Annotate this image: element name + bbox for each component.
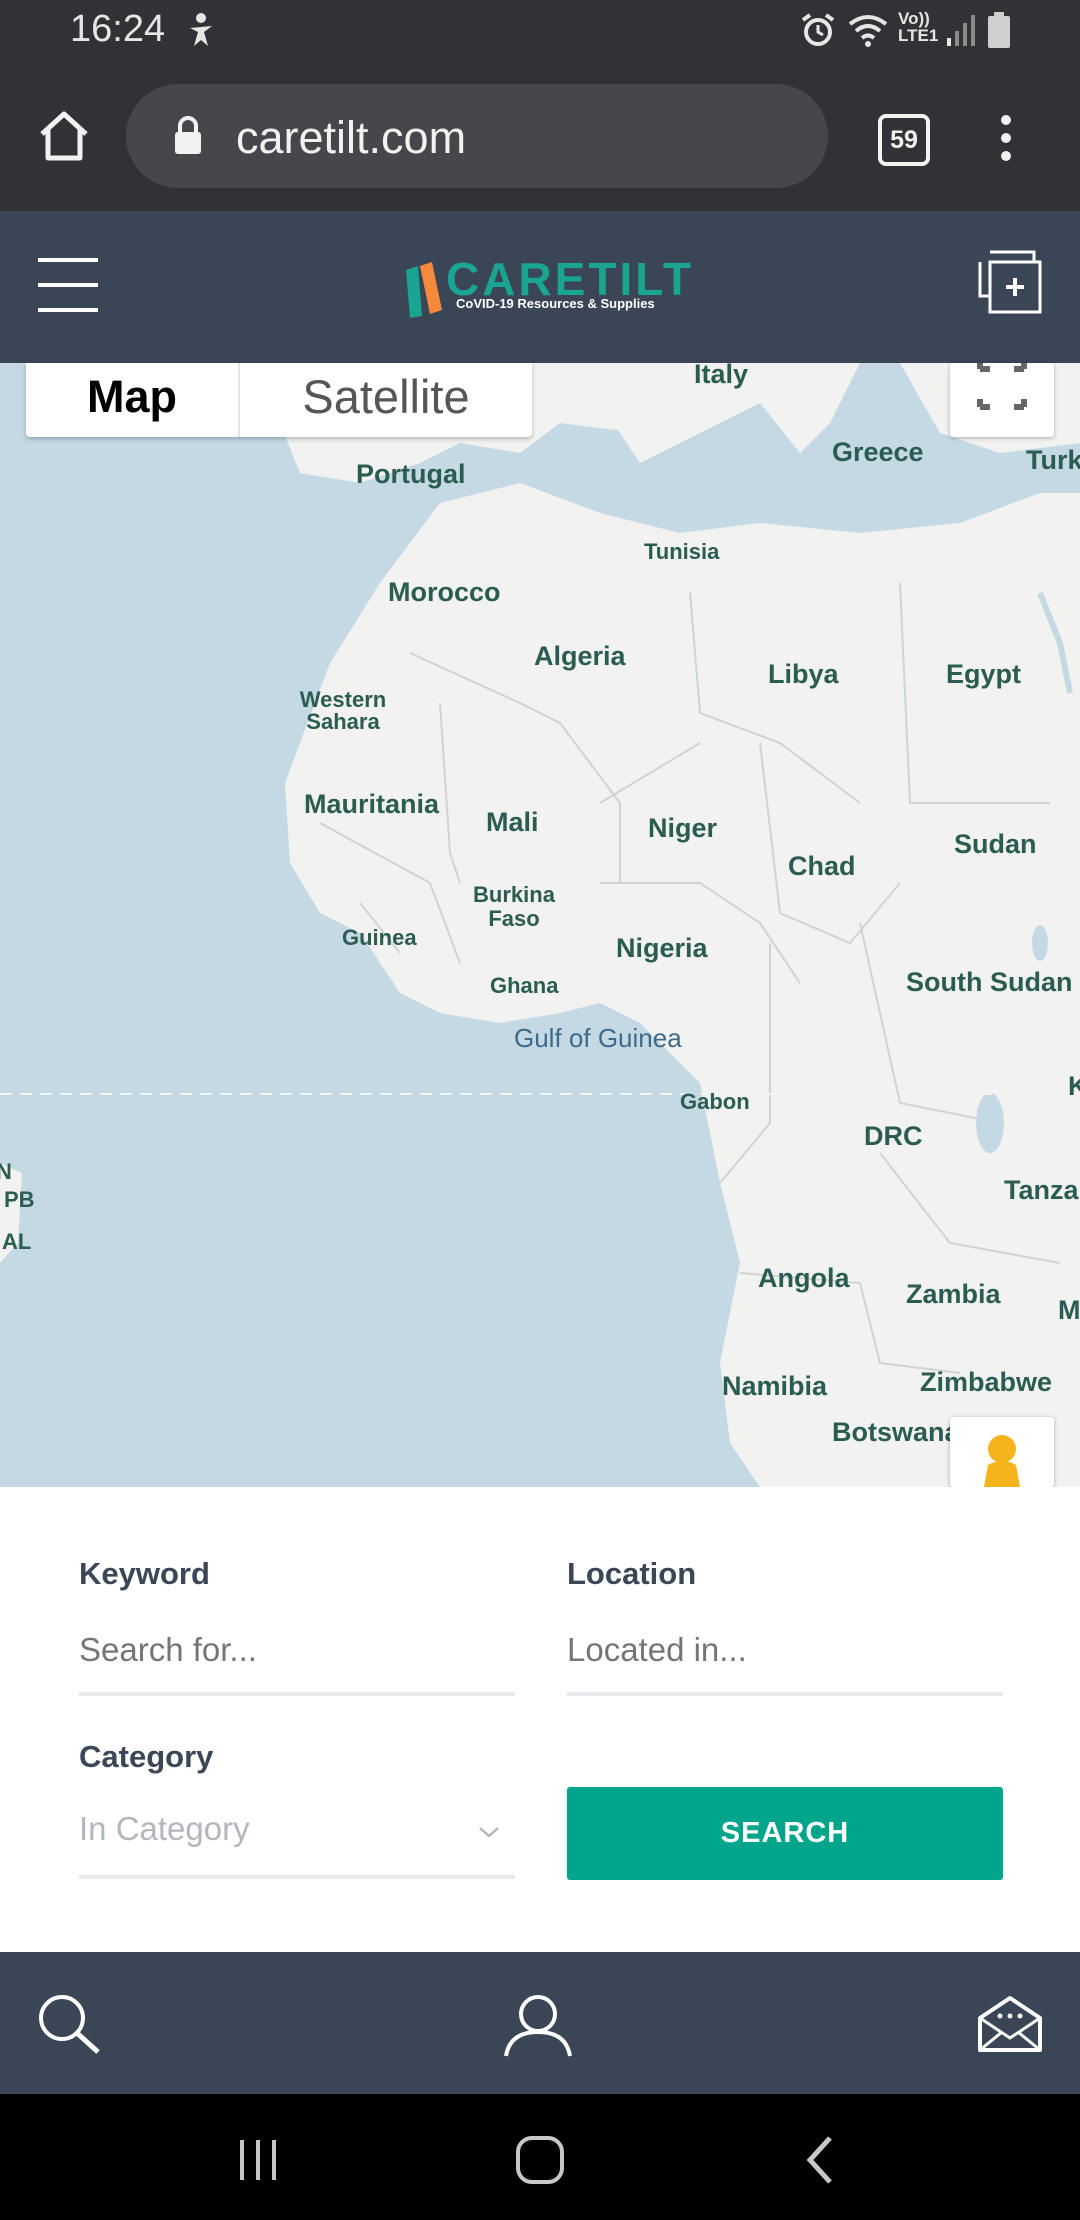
url-text[interactable]: caretilt.com — [236, 112, 466, 164]
home-button-icon[interactable] — [514, 2134, 566, 2186]
more-options-icon[interactable] — [990, 112, 1022, 164]
map-label-burkina-faso: Burkina Faso — [473, 882, 555, 931]
map-label-italy: Italy — [694, 363, 749, 389]
map-label-egypt: Egypt — [946, 659, 1022, 689]
map-label-nigeria: Nigeria — [616, 933, 708, 963]
map-label-ghana: Ghana — [490, 973, 559, 998]
pegman-icon — [984, 1435, 1020, 1487]
location-input[interactable] — [567, 1628, 1003, 1672]
map-label-guinea: Guinea — [342, 925, 417, 950]
map-label-chad: Chad — [788, 851, 856, 881]
map-label-angola: Angola — [758, 1263, 850, 1293]
messages-icon[interactable] — [976, 1994, 1044, 2054]
map-label-edge-pb: PB — [4, 1187, 35, 1212]
chevron-down-icon — [479, 1827, 499, 1838]
map-type-control: Map Satellite — [26, 363, 532, 437]
battery-icon — [988, 12, 1010, 48]
logo-tagline: CoVID-19 Resources & Supplies — [456, 296, 655, 311]
map-label-portugal: Portugal — [356, 459, 466, 489]
search-button[interactable]: SEARCH — [567, 1787, 1003, 1880]
back-icon[interactable] — [800, 2134, 840, 2186]
map-label-morocco: Morocco — [388, 577, 501, 607]
map-label-western-sahara: Western Sahara — [299, 687, 387, 734]
map-label-mauritania: Mauritania — [304, 789, 440, 819]
location-underline — [567, 1692, 1003, 1696]
map-label-greece: Greece — [832, 437, 924, 467]
category-underline — [79, 1875, 515, 1879]
map-label-kenya: K — [1068, 1071, 1080, 1101]
location-label: Location — [567, 1556, 697, 1591]
recent-apps-icon[interactable] — [234, 2136, 284, 2184]
map-label-gulf-of-guinea: Gulf of Guinea — [514, 1023, 682, 1053]
map-label-namibia: Namibia — [722, 1371, 828, 1401]
search-icon[interactable] — [36, 1992, 104, 2056]
category-select[interactable]: In Category — [79, 1808, 515, 1858]
home-icon[interactable] — [38, 110, 90, 162]
alarm-icon — [801, 13, 835, 46]
map-label-zimbabwe: Zimbabwe — [920, 1367, 1053, 1397]
map-label-drc: DRC — [864, 1121, 923, 1151]
fullscreen-icon — [977, 363, 1027, 410]
lock-icon — [175, 116, 201, 154]
fullscreen-button[interactable] — [950, 363, 1054, 437]
map-tab-map[interactable]: Map — [26, 363, 238, 437]
logo-mark-icon — [406, 262, 442, 318]
tab-switcher-button[interactable]: 59 — [878, 114, 930, 166]
map-label-turkey: Turk — [1026, 445, 1080, 475]
map-label-malawi: M — [1058, 1295, 1080, 1325]
map-label-algeria: Algeria — [534, 641, 626, 671]
map-label-edge-al: AL — [2, 1229, 32, 1254]
map-tab-satellite[interactable]: Satellite — [240, 363, 532, 437]
map-label-botswana: Botswana — [832, 1417, 960, 1447]
map-label-libya: Libya — [768, 659, 839, 689]
map-label-south-sudan: South Sudan — [906, 967, 1073, 997]
keyword-label: Keyword — [79, 1556, 210, 1591]
category-label: Category — [79, 1739, 214, 1774]
map-label-edge-n: N — [0, 1159, 12, 1184]
status-time: 16:24 — [70, 8, 166, 50]
map-view[interactable]: Italy Greece Turk Portugal Tunisia Moroc… — [0, 363, 1080, 1487]
map-label-tunisia: Tunisia — [644, 539, 720, 564]
wifi-icon — [848, 15, 888, 47]
category-selected-value: In Category — [79, 1810, 250, 1847]
map-label-niger: Niger — [648, 813, 718, 843]
street-view-button[interactable] — [950, 1417, 1054, 1487]
signal-icon — [947, 15, 975, 46]
user-account-icon[interactable] — [502, 1994, 574, 2058]
address-bar[interactable] — [126, 84, 828, 188]
keyword-underline — [79, 1692, 515, 1696]
map-label-mali: Mali — [486, 807, 539, 837]
add-listing-icon[interactable] — [976, 248, 1044, 316]
map-label-sudan: Sudan — [954, 829, 1037, 859]
accessibility-icon — [190, 13, 212, 46]
map-label-tanzania: Tanza — [1004, 1175, 1079, 1205]
hamburger-menu-icon[interactable] — [38, 256, 100, 314]
network-label: Vo)) LTE1 — [898, 9, 939, 45]
map-label-gabon: Gabon — [680, 1089, 750, 1114]
keyword-input[interactable] — [79, 1628, 515, 1672]
map-label-zambia: Zambia — [906, 1279, 1001, 1309]
